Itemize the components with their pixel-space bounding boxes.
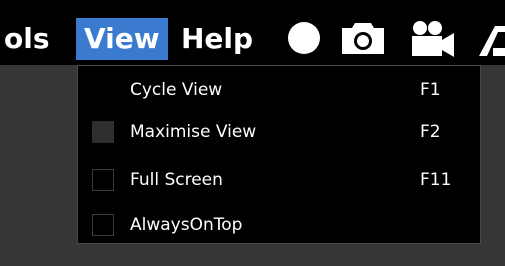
app-window: ols View Help Cycle View F1 Maximise Vie… — [0, 0, 505, 266]
checkbox[interactable] — [92, 214, 114, 236]
menu-item-shortcut: F11 — [420, 170, 452, 190]
view-menu-dropdown: Cycle View F1 Maximise View F2 Full Scre… — [77, 65, 481, 244]
menu-view[interactable]: View — [76, 18, 168, 60]
menu-help[interactable]: Help — [181, 18, 253, 60]
menu-item-label: AlwaysOnTop — [130, 215, 243, 235]
record-circle-icon[interactable] — [288, 22, 320, 54]
menu-item-shortcut: F1 — [420, 80, 441, 100]
menu-tools[interactable]: ols — [4, 18, 50, 60]
camera-icon[interactable] — [340, 20, 386, 56]
cut-icon[interactable] — [479, 20, 505, 58]
menu-item-maximise-view[interactable]: Maximise View F2 — [78, 111, 480, 153]
checkbox[interactable] — [92, 121, 114, 143]
menu-item-cycle-view[interactable]: Cycle View F1 — [78, 69, 480, 111]
video-camera-icon[interactable] — [409, 19, 457, 59]
menu-item-always-on-top[interactable]: AlwaysOnTop — [78, 204, 480, 246]
menu-item-full-screen[interactable]: Full Screen F11 — [78, 159, 480, 201]
menu-item-label: Full Screen — [130, 170, 223, 190]
menu-item-label: Maximise View — [130, 122, 257, 142]
checkbox[interactable] — [92, 169, 114, 191]
menu-item-label: Cycle View — [130, 80, 223, 100]
menu-bar: ols View Help — [0, 0, 505, 65]
menu-item-shortcut: F2 — [420, 122, 441, 142]
